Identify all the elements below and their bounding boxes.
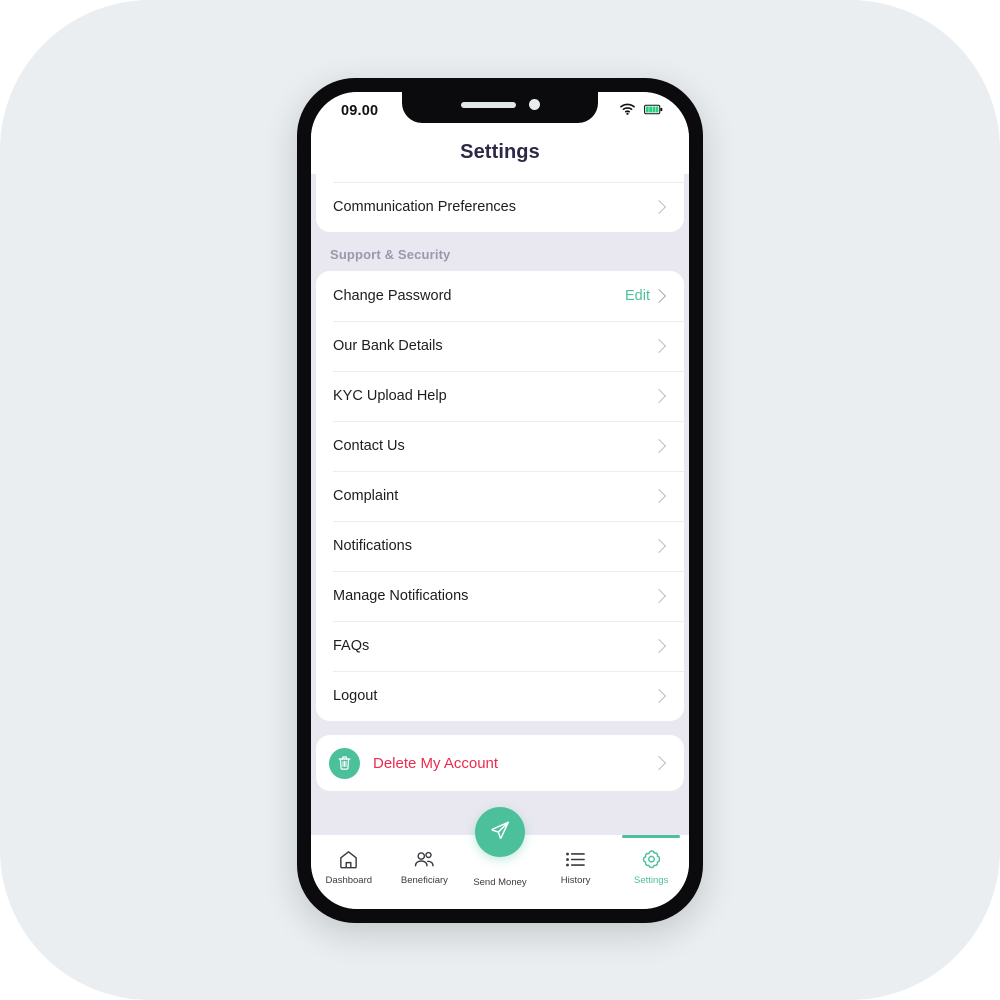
chevron-right-icon xyxy=(651,288,667,304)
trash-icon xyxy=(329,747,360,779)
chevron-right-icon xyxy=(651,338,667,354)
bottom-navigation: Dashboard Beneficiary Send Money History… xyxy=(311,807,689,909)
nav-label: Send Money xyxy=(473,877,527,888)
settings-scroll-area[interactable]: Communication Preferences Support & Secu… xyxy=(311,174,689,835)
nav-label: History xyxy=(560,875,591,886)
chevron-right-icon xyxy=(651,588,667,604)
list-item-label: Change Password xyxy=(333,288,452,304)
chevron-right-icon xyxy=(651,638,667,654)
list-item-our-bank-details[interactable]: Our Bank Details xyxy=(316,321,684,371)
list-item-label: Notifications xyxy=(333,538,412,554)
send-money-fab[interactable] xyxy=(474,807,525,857)
list-item-communication-preferences[interactable]: Communication Preferences xyxy=(316,182,684,232)
nav-item-settings[interactable]: Settings xyxy=(613,835,689,909)
nav-label: Settings xyxy=(634,875,669,886)
page-title: Settings xyxy=(460,140,540,163)
phone-screen: 09.00 Settings Communication Preferences… xyxy=(311,92,689,909)
list-item-complaint[interactable]: Complaint xyxy=(316,471,684,521)
status-time: 09.00 xyxy=(341,103,379,119)
section-header-support-security: Support & Security xyxy=(330,247,451,262)
paper-plane-icon xyxy=(489,819,511,846)
list-item-kyc-upload-help[interactable]: KYC Upload Help xyxy=(316,371,684,421)
chevron-right-icon xyxy=(651,488,667,504)
home-icon xyxy=(338,848,359,870)
list-item-manage-notifications[interactable]: Manage Notifications xyxy=(316,571,684,621)
status-icons xyxy=(620,102,663,120)
screenshot-canvas: 09.00 Settings Communication Preferences… xyxy=(0,0,1000,1000)
delete-my-account-row[interactable]: Delete My Account xyxy=(316,735,684,791)
people-icon xyxy=(413,848,436,870)
front-camera xyxy=(528,99,540,110)
edit-link[interactable]: Edit xyxy=(625,288,650,304)
list-item-faqs[interactable]: FAQs xyxy=(316,621,684,671)
chevron-right-icon xyxy=(651,438,667,454)
list-item-notifications[interactable]: Notifications xyxy=(316,521,684,571)
chevron-right-icon xyxy=(651,538,667,554)
list-item-label: Complaint xyxy=(333,488,399,504)
list-item-logout[interactable]: Logout xyxy=(316,671,684,721)
chevron-right-icon xyxy=(651,388,667,404)
chevron-right-icon xyxy=(651,199,667,215)
nav-label: Dashboard xyxy=(325,875,373,886)
wifi-icon xyxy=(620,102,635,120)
earpiece-speaker xyxy=(460,101,516,108)
card-divider-gap xyxy=(311,721,689,735)
chevron-right-icon xyxy=(651,688,667,704)
app-header: Settings xyxy=(311,130,689,174)
nav-label: Beneficiary xyxy=(400,875,448,886)
list-item-partial[interactable] xyxy=(316,174,684,182)
list-item-label: Manage Notifications xyxy=(333,588,469,604)
phone-notch xyxy=(402,92,598,123)
nav-item-dashboard[interactable]: Dashboard xyxy=(311,835,387,909)
active-tab-indicator xyxy=(622,835,680,838)
list-item-label: Contact Us xyxy=(333,438,405,454)
delete-account-label: Delete My Account xyxy=(373,754,499,772)
list-icon xyxy=(565,848,586,870)
list-item-label: KYC Upload Help xyxy=(333,388,447,404)
list-item-label: FAQs xyxy=(333,638,370,654)
list-item-label: Communication Preferences xyxy=(333,199,516,215)
account-settings-card: Communication Preferences xyxy=(316,174,684,232)
chevron-right-icon xyxy=(651,755,667,771)
nav-item-send-money[interactable]: Send Money xyxy=(462,807,538,909)
battery-icon xyxy=(644,102,663,120)
list-item-contact-us[interactable]: Contact Us xyxy=(316,421,684,471)
list-item-label: Logout xyxy=(333,688,378,704)
gear-icon xyxy=(641,848,662,870)
nav-item-beneficiary[interactable]: Beneficiary xyxy=(387,835,463,909)
phone-frame: 09.00 Settings Communication Preferences… xyxy=(297,78,703,923)
list-item-change-password[interactable]: Change Password Edit xyxy=(316,271,684,321)
nav-item-history[interactable]: History xyxy=(538,835,614,909)
support-security-card: Change Password Edit Our Bank Details KY… xyxy=(316,271,684,721)
list-item-label: Our Bank Details xyxy=(333,338,443,354)
